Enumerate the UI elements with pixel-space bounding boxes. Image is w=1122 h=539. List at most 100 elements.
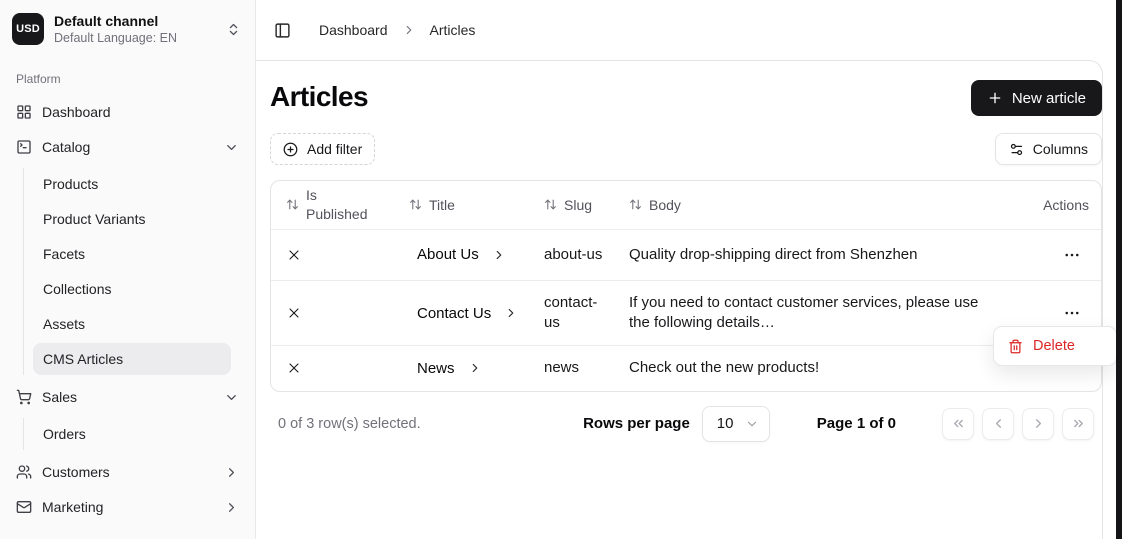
chevron-down-icon <box>224 140 239 155</box>
sidebar-item-label: Orders <box>43 426 86 442</box>
trash-icon <box>1008 339 1023 354</box>
page-header: Articles New article <box>270 80 1102 116</box>
column-header-body[interactable]: Body <box>621 181 1011 229</box>
sort-icon <box>629 198 642 211</box>
article-slug: contact-us <box>544 293 606 334</box>
rows-per-page-label: Rows per page <box>583 415 690 432</box>
column-header-label: Is Published <box>306 186 370 224</box>
column-header-label: Slug <box>564 197 592 213</box>
sidebar-item-catalog[interactable]: Catalog <box>8 131 247 163</box>
new-article-label: New article <box>1012 90 1086 107</box>
not-published-icon <box>286 305 393 321</box>
chevron-right-icon <box>468 361 482 375</box>
app-window: USD Default channel Default Language: EN… <box>0 0 1122 539</box>
sidebar-item-label: Products <box>43 176 98 192</box>
sidebar-item-label: Facets <box>43 246 85 262</box>
row-actions-button[interactable] <box>1057 300 1087 326</box>
table-footer: 0 of 3 row(s) selected. Rows per page 10… <box>270 405 1102 443</box>
sidebar-item-orders[interactable]: Orders <box>33 418 231 450</box>
sidebar-item-cms-articles[interactable]: CMS Articles <box>33 343 231 375</box>
main-area: Dashboard Articles Articles New article <box>256 0 1122 539</box>
sidebar-item-product-variants[interactable]: Product Variants <box>33 203 231 235</box>
sidebar-item-facets[interactable]: Facets <box>33 238 231 270</box>
sidebar-toggle-icon[interactable] <box>274 22 291 39</box>
pagination-controls <box>942 408 1094 440</box>
sidebar-item-label: Collections <box>43 281 111 297</box>
screen-edge-strip <box>1116 0 1122 539</box>
last-page-button[interactable] <box>1062 408 1094 440</box>
delete-menu-item[interactable]: Delete <box>998 331 1112 361</box>
article-body: If you need to contact customer services… <box>629 293 1003 334</box>
breadcrumb: Dashboard Articles <box>319 22 475 38</box>
column-header-title[interactable]: Title <box>401 181 536 229</box>
article-title: Contact Us <box>417 305 491 322</box>
add-filter-label: Add filter <box>307 141 362 157</box>
article-title-link[interactable]: About Us <box>409 246 528 263</box>
breadcrumb-articles: Articles <box>430 22 476 38</box>
table-header-row: Is Published Title <box>271 181 1101 229</box>
sidebar-item-products[interactable]: Products <box>33 168 231 200</box>
chevron-right-icon <box>504 306 518 320</box>
catalog-subnav: Products Product Variants Facets Collect… <box>23 168 231 375</box>
column-header-label: Body <box>649 197 681 213</box>
column-header-is-published[interactable]: Is Published <box>271 181 401 229</box>
sidebar-section-label: Platform <box>8 72 247 86</box>
page-info: Page 1 of 0 <box>817 415 896 432</box>
shopping-cart-icon <box>16 389 32 405</box>
channel-language: Default Language: EN <box>54 30 216 46</box>
column-header-actions: Actions <box>1011 181 1101 229</box>
sidebar-item-label: Sales <box>42 389 214 405</box>
column-header-slug[interactable]: Slug <box>536 181 621 229</box>
article-slug: news <box>544 358 579 378</box>
sidebar: USD Default channel Default Language: EN… <box>0 0 256 539</box>
dashboard-grid-icon <box>16 104 32 120</box>
article-title-link[interactable]: Contact Us <box>409 305 528 322</box>
sidebar-item-label: Catalog <box>42 139 214 155</box>
sidebar-item-assets[interactable]: Assets <box>33 308 231 340</box>
channel-badge: USD <box>12 13 44 45</box>
rows-per-page-value: 10 <box>717 415 734 432</box>
plus-icon <box>987 90 1003 106</box>
column-header-label: Actions <box>1043 197 1089 213</box>
not-published-icon <box>286 247 393 263</box>
sidebar-item-marketing[interactable]: Marketing <box>8 491 247 523</box>
sidebar-item-collections[interactable]: Collections <box>33 273 231 305</box>
table-row: About Us about-us Quality drop-shipping … <box>271 229 1101 280</box>
sort-icon <box>286 198 299 211</box>
table-toolbar: Add filter Columns <box>270 133 1102 165</box>
articles-table: Is Published Title <box>270 180 1102 392</box>
breadcrumb-dashboard[interactable]: Dashboard <box>319 22 388 38</box>
article-body: Quality drop-shipping direct from Shenzh… <box>629 245 918 265</box>
channel-switcher[interactable]: USD Default channel Default Language: EN <box>8 8 247 50</box>
topbar: Dashboard Articles <box>256 0 1122 60</box>
previous-page-button[interactable] <box>982 408 1014 440</box>
sidebar-nav: Dashboard Catalog Products Product Varia… <box>8 96 247 523</box>
row-context-menu: Delete <box>993 326 1117 366</box>
circle-plus-icon <box>283 142 298 157</box>
sidebar-item-label: Dashboard <box>42 104 239 120</box>
sidebar-item-label: Assets <box>43 316 85 332</box>
article-title: About Us <box>417 246 479 263</box>
sidebar-item-sales[interactable]: Sales <box>8 381 247 413</box>
add-filter-button[interactable]: Add filter <box>270 133 375 165</box>
sort-icon <box>544 198 557 211</box>
rows-selected-status: 0 of 3 row(s) selected. <box>278 416 583 432</box>
next-page-button[interactable] <box>1022 408 1054 440</box>
sidebar-item-label: Customers <box>42 464 214 480</box>
row-actions-button[interactable] <box>1057 242 1087 268</box>
sidebar-item-dashboard[interactable]: Dashboard <box>8 96 247 128</box>
sidebar-item-customers[interactable]: Customers <box>8 456 247 488</box>
sales-subnav: Orders <box>23 418 231 450</box>
catalog-terminal-icon <box>16 139 32 155</box>
new-article-button[interactable]: New article <box>971 80 1102 116</box>
channel-name: Default channel <box>54 12 216 30</box>
chevron-down-icon <box>224 390 239 405</box>
delete-menu-label: Delete <box>1033 338 1075 354</box>
columns-button[interactable]: Columns <box>995 133 1102 165</box>
article-body: Check out the new products! <box>629 358 819 378</box>
table-row: Contact Us contact-us If you need to con… <box>271 280 1101 346</box>
first-page-button[interactable] <box>942 408 974 440</box>
article-title-link[interactable]: News <box>409 360 528 377</box>
chevron-right-icon <box>224 500 239 515</box>
rows-per-page-select[interactable]: 10 <box>702 406 770 442</box>
